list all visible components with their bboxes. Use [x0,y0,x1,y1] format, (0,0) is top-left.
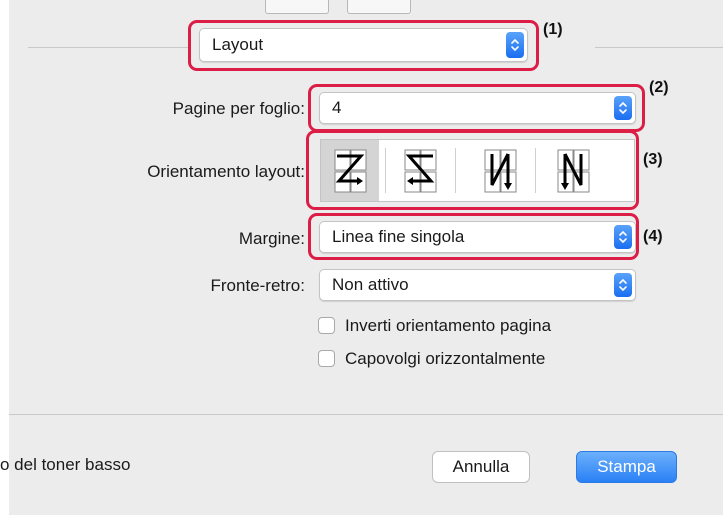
highlight-frame-3 [306,130,639,210]
chevron-updown-icon [614,273,632,297]
two-sided-popup[interactable]: Non attivo [319,269,636,301]
highlight-frame-4 [308,213,639,260]
layout-direction-label: Orientamento layout: [147,162,305,181]
flip-horizontal-checkbox[interactable] [318,350,335,367]
footer-divider [9,414,723,415]
annotation-3: (3) [643,151,663,168]
highlight-frame-2 [308,84,645,132]
low-toner-text: o del toner basso [0,455,131,474]
separator-left [28,47,190,48]
annotation-1: (1) [543,21,563,38]
cancel-button[interactable]: Annulla [432,451,530,483]
flip-horizontal-label: Capovolgi orizzontalmente [345,349,546,368]
top-control-stub-right [347,0,411,14]
annotation-2: (2) [649,79,669,96]
border-label: Margine: [238,229,305,248]
two-sided-label: Fronte-retro: [210,276,305,295]
reverse-orientation-checkbox[interactable] [318,317,335,334]
print-button[interactable]: Stampa [576,451,677,483]
pages-per-sheet-label: Pagine per foglio: [172,99,305,118]
two-sided-value: Non attivo [332,275,409,294]
highlight-frame-1 [188,20,539,71]
separator-right [595,47,723,48]
top-control-stub-left [265,0,329,14]
reverse-orientation-label: Inverti orientamento pagina [345,316,552,335]
annotation-4: (4) [643,228,663,245]
